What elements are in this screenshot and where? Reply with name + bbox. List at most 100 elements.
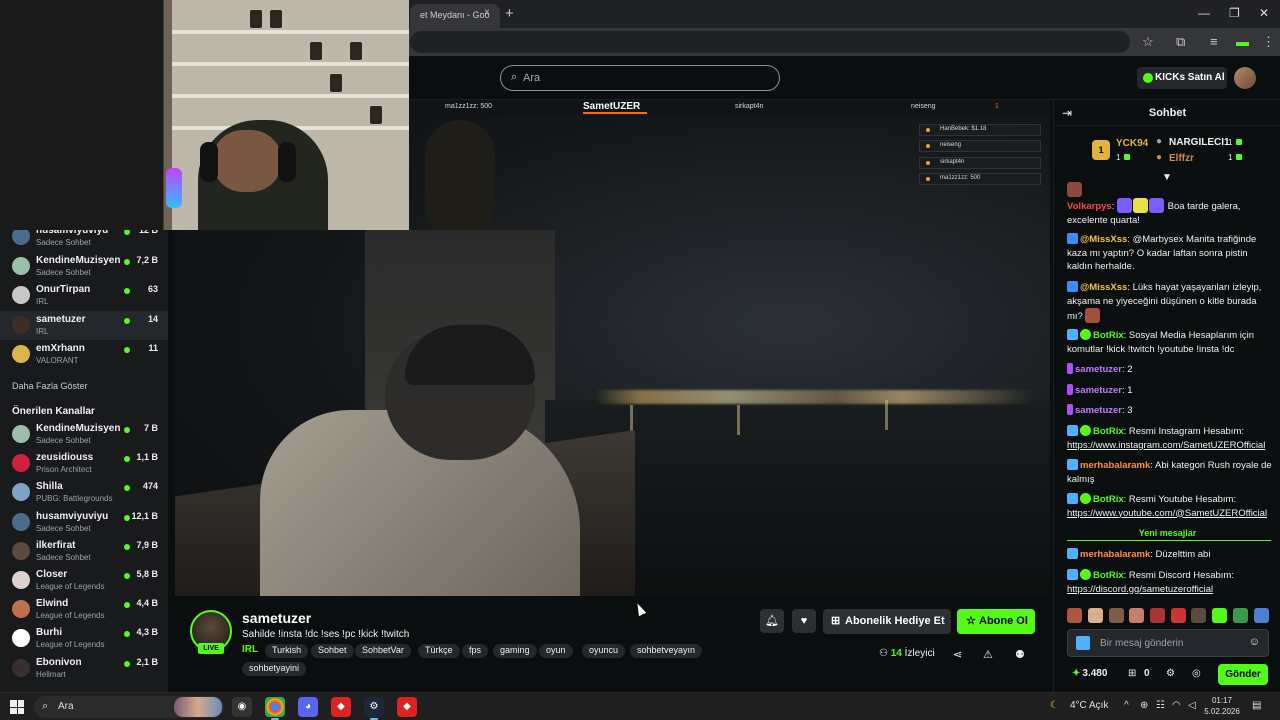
streamer-name[interactable]: sametuzer [242,610,311,626]
overlay-list-item: ma1zz1zz: 500 [919,173,1041,185]
bookmark-star-icon[interactable]: ☆ [1142,34,1154,50]
steam-icon[interactable]: ⚙ [364,697,384,720]
stream-tag[interactable]: SohbetVar [355,644,411,658]
obs-icon[interactable]: ◉ [232,697,252,717]
stream-tag[interactable]: Turkish [265,644,309,658]
new-tab-button[interactable]: + [505,5,514,22]
search-box[interactable]: ⌕ [500,65,780,91]
emote-icon[interactable] [1212,608,1227,623]
tray-expand-icon[interactable]: ^ [1124,700,1129,711]
stream-tag[interactable]: fps [462,644,489,658]
sidebar-channel-closer[interactable]: Closer League of Legends 5,8 B [0,566,168,595]
live-dot-icon [124,427,130,433]
tree-silhouette [425,120,495,240]
extensions-icon[interactable]: ⧉ [1176,34,1185,50]
sidebar-channel-burhi[interactable]: Burhi League of Legends 4,3 B [0,624,168,653]
sidebar-channel-ebonivon[interactable]: Ebonivon Hellmart 2,1 B [0,654,168,683]
network-icon[interactable]: ☷ [1156,700,1165,711]
sidebar-channel-ilkerfirat[interactable]: ilkerfirat Sadece Sohbet 7,9 B [0,537,168,566]
buy-kicks-button[interactable]: KICKs Satın Al [1137,67,1227,89]
new-messages-divider[interactable]: Yeni mesajlar [1067,528,1271,541]
sidebar-channel-husamviyuviyu[interactable]: husamviyuviyu Sadece Sohbet 12,1 B [0,508,168,537]
browser-menu-icon[interactable]: ⋮ [1262,34,1275,50]
leaderboard-second-name[interactable]: NARGILECI1 [1169,137,1230,148]
sidebar-channel-kendinemuzisyen[interactable]: KendineMuzisyen Sadece Sohbet 7,2 B [0,252,168,281]
notification-bell-button[interactable]: 🔔︎ [760,609,784,633]
sidebar-channel-onurtirpan[interactable]: OnurTirpan IRL 63 [0,281,168,310]
notifications-icon[interactable]: ▤ [1252,700,1261,711]
stream-tag[interactable]: gaming [493,644,537,658]
clock[interactable]: 01:17 5.02.2026 [1202,695,1242,717]
emote-icon[interactable] [1150,608,1165,623]
wifi-icon[interactable]: ◠ [1172,700,1181,711]
follow-heart-button[interactable]: ♥ [792,609,816,633]
chat-link[interactable]: https://discord.gg/sametuzerofficial [1067,584,1213,595]
gift-subscription-button[interactable]: ⊞ Abonelik Hediye Et [823,609,951,634]
sidebar-channel-zeusidiouss[interactable]: zeusidiouss Prison Architect 1,1 B [0,449,168,478]
leaderboard-first-name[interactable]: YCK94 [1116,138,1148,149]
sidebar-channel-elwind[interactable]: Elwind League of Legends 4,4 B [0,595,168,624]
chat-input-box[interactable]: ☺ [1067,629,1269,657]
emote-icon[interactable] [1088,608,1103,623]
show-more-link[interactable]: Daha Fazla Göster [12,381,88,391]
emote-icon[interactable] [1129,608,1144,623]
emote-icon[interactable] [1254,608,1269,623]
search-input[interactable] [523,69,763,87]
leaderboard-third-name[interactable]: Elffzr [1169,153,1194,164]
user-avatar[interactable] [1234,67,1256,89]
tab-close-icon[interactable]: × [484,7,490,18]
share-icon[interactable]: ⋖ [953,648,962,661]
bot-icon[interactable]: ◎ [1192,668,1201,679]
emote-icon[interactable] [1067,608,1082,623]
verified-icon [1080,569,1091,580]
reading-list-icon[interactable]: ≡ [1210,34,1218,49]
user-options-icon[interactable]: ⚉ [1015,648,1025,661]
chat-link[interactable]: https://www.instagram.com/SametUZEROffic… [1067,440,1265,451]
url-field[interactable] [410,31,1130,53]
chat-link[interactable]: https://www.youtube.com/@SametUZEROffici… [1067,508,1267,519]
stream-tag[interactable]: sohbetveyayın [630,644,703,658]
minimize-button[interactable]: — [1198,6,1210,20]
emoji-icon[interactable]: ☺ [1249,636,1260,648]
sidebar-channel-kendinemuzisyen[interactable]: KendineMuzisyen Sadece Sohbet 7 B [0,420,168,449]
send-button[interactable]: Gönder [1218,664,1268,685]
channel-viewers: 12,1 B [131,510,158,521]
emote-icon[interactable] [1233,608,1248,623]
channel-category: Sadece Sohbet [36,238,91,247]
chrome-icon[interactable] [265,697,285,720]
chat-input[interactable] [1100,635,1240,651]
weather-text[interactable]: 4°C Açık [1070,700,1108,711]
taskbar-search[interactable]: ⌕ Ara [34,696,224,718]
channel-points[interactable]: ✦ 3.480 [1072,668,1107,679]
stream-tag[interactable]: oyun [539,644,573,658]
stream-tag[interactable]: Sohbet [311,644,354,658]
subscribe-button[interactable]: ☆ Abone Ol [957,609,1035,634]
stream-tag[interactable]: sohbetyayini [242,662,307,676]
settings-gear-icon[interactable]: ⚙ [1166,668,1175,679]
sidebar-channel-emxrhann[interactable]: emXrhann VALORANT 11 [0,340,168,369]
stream-category[interactable]: IRL [242,644,258,655]
stream-tag[interactable]: oyuncu [582,644,626,658]
stream-tag[interactable]: Türkçe [418,644,460,658]
sidebar-channel-shilla[interactable]: Shilla PUBG: Battlegrounds 474 [0,478,168,507]
report-icon[interactable]: ⚠ [983,648,993,661]
app-icon[interactable]: ◆ [331,697,351,717]
tray-app-icon[interactable]: ⊕ [1140,700,1148,711]
bot-icon [1067,233,1078,244]
channel-name: Elwind [36,598,69,610]
app-icon[interactable]: ◆ [397,697,417,717]
maximize-button[interactable]: ❐ [1229,6,1240,20]
close-window-button[interactable]: ✕ [1259,6,1269,20]
channel-category: PUBG: Battlegrounds [36,494,113,504]
volume-icon[interactable]: ◁ [1188,700,1196,711]
emote-icon[interactable] [1191,608,1206,623]
gift-icon[interactable]: ⊞ [1128,668,1136,679]
search-highlight-image [174,697,222,717]
profile-icon[interactable]: ▬ [1236,34,1249,49]
sidebar-channel-sametuzer[interactable]: sametuzer IRL 14 [0,310,168,340]
discord-icon[interactable]: ◕ [298,697,318,717]
broadcaster-mic-icon [1067,384,1073,395]
emote-icon[interactable] [1109,608,1124,623]
emote-icon[interactable] [1171,608,1186,623]
windows-start-icon[interactable] [10,700,24,714]
